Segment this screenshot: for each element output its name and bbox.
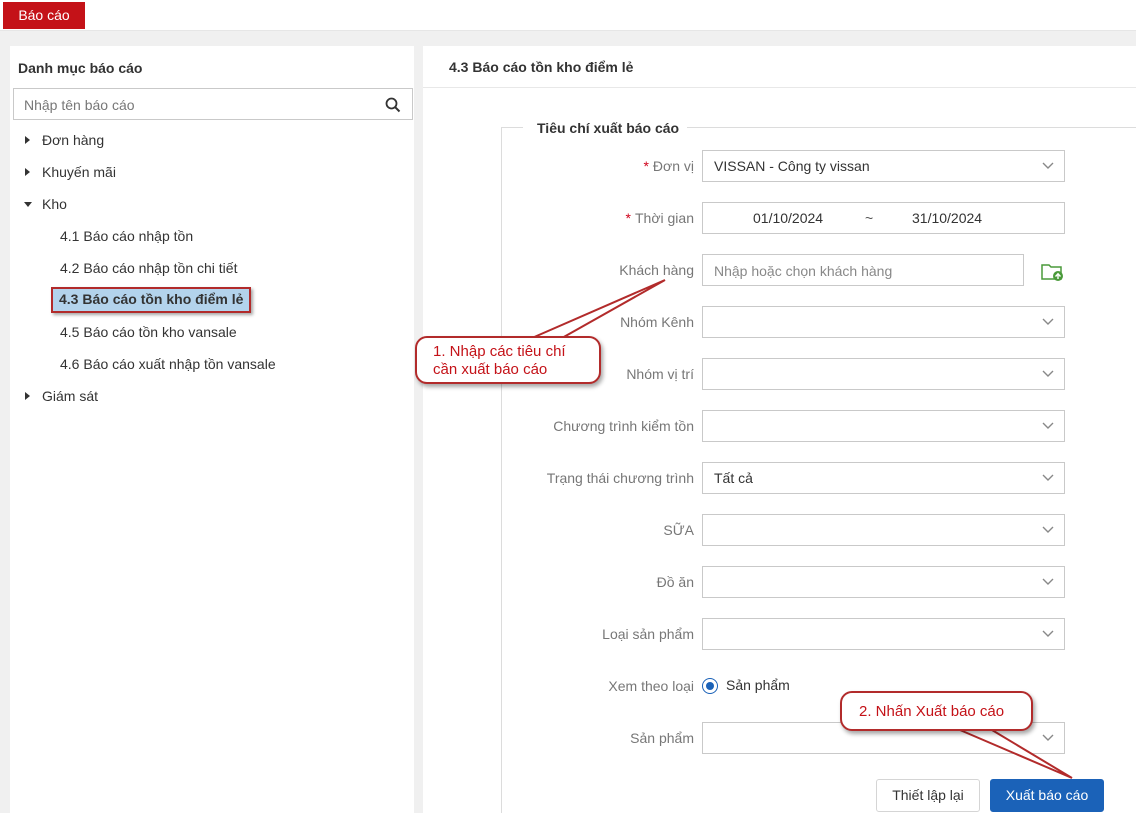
- trang-thai-select[interactable]: Tất cả: [702, 462, 1065, 494]
- tree-group-khuyen-mai[interactable]: Khuyến mãi: [25, 161, 116, 183]
- chevron-down-icon: [1042, 162, 1054, 169]
- callout-1-line2: cần xuất báo cáo: [433, 361, 548, 378]
- tree-item-4-3-selected[interactable]: 4.3 Báo cáo tồn kho điểm lẻ: [51, 287, 252, 313]
- trang-thai-value: Tất cả: [714, 470, 753, 486]
- nhom-vi-tri-label: Nhóm vị trí: [626, 366, 694, 382]
- tree-group-kho[interactable]: Kho: [24, 193, 67, 215]
- top-bar: Báo cáo: [0, 0, 1136, 31]
- tree-group-label: Đơn hàng: [42, 132, 105, 148]
- callout-1-line1: 1. Nhập các tiêu chí: [433, 343, 566, 360]
- san-pham-label: Sản phẩm: [630, 730, 694, 746]
- xem-theo-loai-label: Xem theo loại: [608, 678, 694, 694]
- reset-button[interactable]: Thiết lập lại: [876, 779, 980, 812]
- don-vi-value: VISSAN - Công ty vissan: [714, 158, 870, 174]
- trang-thai-label: Trạng thái chương trình: [546, 470, 694, 486]
- nhom-kenh-select[interactable]: [702, 306, 1065, 338]
- report-search-input[interactable]: [24, 95, 374, 115]
- date-to[interactable]: 31/10/2024: [912, 210, 982, 226]
- khach-hang-field: [702, 254, 1024, 286]
- tree-group-giam-sat[interactable]: Giám sát: [25, 385, 99, 407]
- folder-upload-icon[interactable]: [1041, 262, 1065, 282]
- caret-right-icon: [25, 136, 30, 144]
- tree-item-4-5[interactable]: 4.5 Báo cáo tồn kho vansale: [60, 321, 237, 343]
- don-vi-select[interactable]: VISSAN - Công ty vissan: [702, 150, 1065, 182]
- caret-down-icon: [24, 202, 32, 207]
- required-marker: *: [625, 210, 631, 226]
- chevron-down-icon: [1042, 734, 1054, 741]
- chevron-down-icon: [1042, 578, 1054, 585]
- thoi-gian-label-text: Thời gian: [635, 210, 694, 226]
- nhom-kenh-label: Nhóm Kênh: [620, 314, 694, 330]
- callout-2-text: 2. Nhấn Xuất báo cáo: [859, 703, 1005, 720]
- search-icon[interactable]: [384, 96, 402, 114]
- callout-2: 2. Nhấn Xuất báo cáo: [840, 691, 1033, 731]
- radio-san-pham-label[interactable]: Sản phẩm: [726, 677, 790, 693]
- chuong-trinh-label: Chương trình kiểm tồn: [553, 418, 694, 434]
- panel-title: Danh mục báo cáo: [18, 60, 143, 76]
- callout-1: 1. Nhập các tiêu chí cần xuất báo cáo: [415, 336, 601, 384]
- chevron-down-icon: [1042, 630, 1054, 637]
- nhom-vi-tri-select[interactable]: [702, 358, 1065, 390]
- tree-item-4-6[interactable]: 4.6 Báo cáo xuất nhập tồn vansale: [60, 353, 276, 375]
- report-search-box: [13, 88, 413, 120]
- tree-group-label: Giám sát: [42, 388, 99, 404]
- tree-group-don-hang[interactable]: Đơn hàng: [25, 129, 105, 151]
- chevron-down-icon: [1042, 318, 1054, 325]
- thoi-gian-label: * Thời gian: [626, 210, 694, 226]
- required-marker: *: [643, 158, 649, 174]
- chevron-down-icon: [1042, 422, 1054, 429]
- don-vi-label-text: Đơn vị: [652, 158, 694, 174]
- date-separator: ~: [865, 210, 874, 226]
- caret-right-icon: [25, 392, 30, 400]
- radio-san-pham[interactable]: [702, 678, 718, 694]
- report-category-panel: Danh mục báo cáo Đơn hàng Khuyến mãi Kho…: [10, 46, 414, 813]
- criteria-legend: Tiêu chí xuất báo cáo: [523, 120, 688, 136]
- tree-group-label: Khuyến mãi: [42, 164, 116, 180]
- tree-group-label: Kho: [42, 196, 67, 212]
- khach-hang-input[interactable]: [714, 261, 1014, 281]
- do-an-label: Đồ ăn: [656, 574, 694, 590]
- date-range-picker[interactable]: 01/10/2024 ~ 31/10/2024: [702, 202, 1065, 234]
- tree-item-4-1[interactable]: 4.1 Báo cáo nhập tồn: [60, 225, 193, 247]
- loai-san-pham-label: Loại sản phẩm: [602, 626, 694, 642]
- chevron-down-icon: [1042, 526, 1054, 533]
- loai-san-pham-select[interactable]: [702, 618, 1065, 650]
- export-report-button[interactable]: Xuất báo cáo: [990, 779, 1104, 812]
- caret-right-icon: [25, 168, 30, 176]
- chevron-down-icon: [1042, 474, 1054, 481]
- chuong-trinh-select[interactable]: [702, 410, 1065, 442]
- tree-item-4-2[interactable]: 4.2 Báo cáo nhập tồn chi tiết: [60, 257, 237, 279]
- date-from[interactable]: 01/10/2024: [753, 210, 823, 226]
- don-vi-label: * Đơn vị: [643, 158, 694, 174]
- khach-hang-label: Khách hàng: [619, 262, 694, 278]
- report-header: 4.3 Báo cáo tồn kho điểm lẻ: [423, 46, 1136, 88]
- tab-bao-cao[interactable]: Báo cáo: [3, 2, 85, 29]
- chevron-down-icon: [1042, 370, 1054, 377]
- sua-label: SỮA: [663, 522, 694, 538]
- report-title: 4.3 Báo cáo tồn kho điểm lẻ: [449, 59, 634, 75]
- do-an-select[interactable]: [702, 566, 1065, 598]
- sua-select[interactable]: [702, 514, 1065, 546]
